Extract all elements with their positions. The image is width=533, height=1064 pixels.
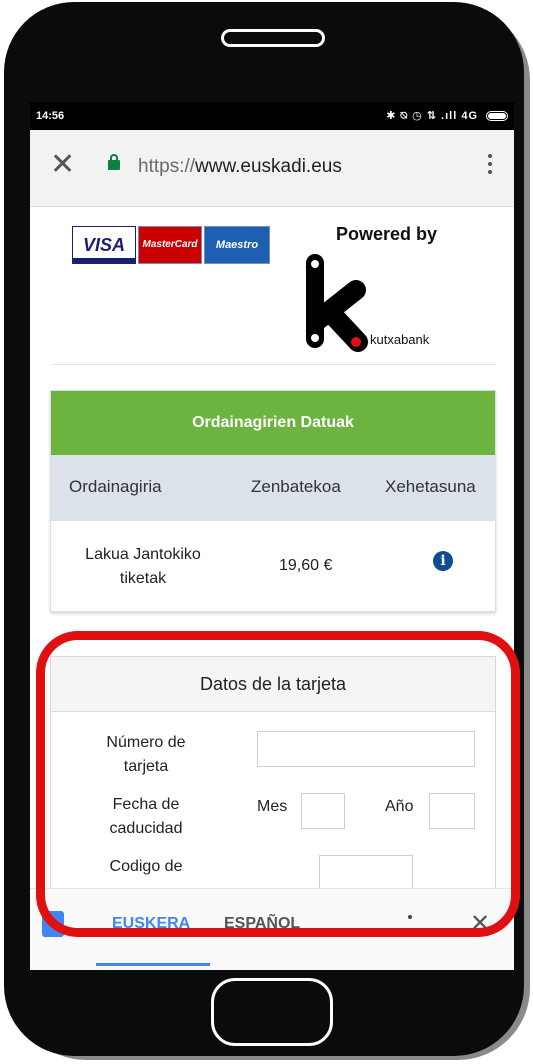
mastercard-logo-text: MasterCard bbox=[142, 239, 198, 250]
visa-logo-text: VISA bbox=[82, 235, 125, 255]
kutxabank-k-logo bbox=[306, 254, 368, 352]
invoice-name-line2: tiketak bbox=[119, 570, 167, 587]
phone-speaker bbox=[221, 29, 325, 47]
home-button[interactable] bbox=[211, 978, 333, 1046]
powered-by-label: Powered by bbox=[336, 224, 438, 244]
invoice-table-header: Ordainagiria Zenbatekoa Xehetasuna bbox=[51, 455, 495, 521]
invoice-panel-title: Ordainagirien Datuak bbox=[51, 391, 495, 455]
column-header-details: Xehetasuna bbox=[385, 477, 476, 496]
column-header-invoice: Ordainagiria bbox=[69, 477, 162, 496]
status-bar: 14:56 ✱ ⍉ ◷ ⇅ .ıll 4G bbox=[30, 102, 514, 130]
close-tab-icon[interactable]: ✕ bbox=[50, 150, 75, 180]
url-text[interactable]: https://www.euskadi.eus bbox=[138, 156, 342, 178]
mastercard-logo: MasterCard bbox=[138, 226, 202, 264]
maestro-logo: Maestro bbox=[204, 226, 270, 264]
invoice-name: Lakua Jantokiko tiketak bbox=[73, 543, 213, 591]
status-icons: ✱ ⍉ ◷ ⇅ .ıll 4G bbox=[386, 110, 478, 122]
battery-icon bbox=[486, 111, 508, 121]
active-language-indicator bbox=[96, 963, 210, 966]
invoice-amount: 19,60 € bbox=[279, 557, 333, 574]
column-header-amount: Zenbatekoa bbox=[251, 477, 341, 496]
kutxabank-name: kutxabank bbox=[370, 332, 430, 347]
visa-logo: VISA bbox=[72, 226, 136, 264]
status-time: 14:56 bbox=[36, 110, 65, 122]
maestro-logo-text: Maestro bbox=[215, 239, 259, 251]
invoice-name-line1: Lakua Jantokiko bbox=[85, 546, 201, 563]
highlight-outline bbox=[36, 631, 520, 937]
url-protocol: https:// bbox=[138, 156, 196, 177]
info-icon[interactable]: i bbox=[433, 551, 453, 571]
browser-menu-icon[interactable] bbox=[488, 154, 492, 178]
logo-divider bbox=[52, 364, 496, 365]
lock-icon[interactable] bbox=[108, 154, 120, 170]
url-host: www.euskadi.eus bbox=[195, 156, 342, 177]
invoice-data-panel: Ordainagirien Datuak Ordainagiria Zenbat… bbox=[50, 390, 496, 612]
browser-url-bar: ✕ https://www.euskadi.eus bbox=[30, 130, 514, 207]
